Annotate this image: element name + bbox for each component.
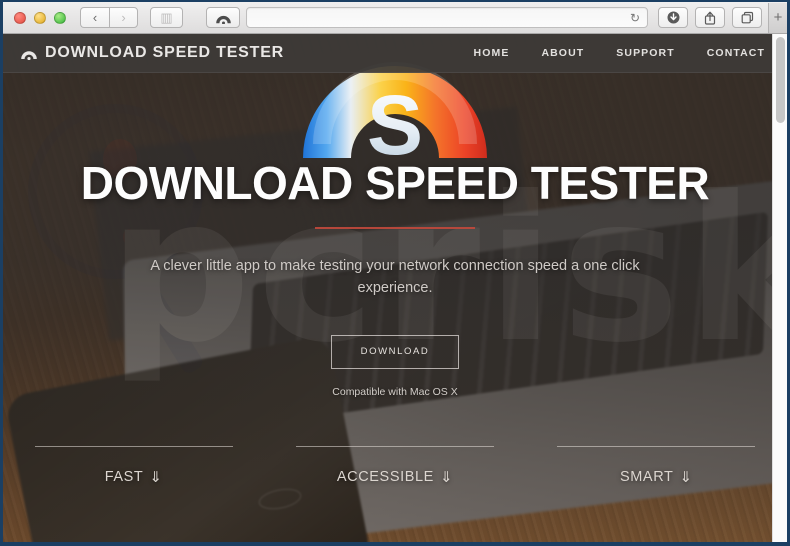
back-button[interactable]: ‹ — [80, 7, 109, 28]
feature-divider — [295, 446, 494, 447]
nav-item-about[interactable]: ABOUT — [541, 47, 584, 59]
page-viewport: pcrisk.com DOWNLOAD SPEED TESTER HOME AB… — [3, 34, 787, 542]
hero-subtitle: A clever little app to make testing your… — [150, 258, 640, 297]
favicon-button[interactable] — [206, 7, 240, 28]
gauge-icon — [21, 50, 37, 60]
downloads-button[interactable] — [658, 7, 688, 28]
logo-letter-s: S — [367, 78, 423, 166]
tabs-icon — [741, 11, 753, 24]
compatibility-note: Compatible with Mac OS X — [332, 385, 458, 398]
reload-icon[interactable]: ↻ — [630, 11, 640, 25]
window-controls — [14, 11, 66, 24]
site-header: DOWNLOAD SPEED TESTER HOME ABOUT SUPPORT… — [3, 34, 787, 73]
nav-item-home[interactable]: HOME — [474, 47, 510, 59]
scrollbar-thumb[interactable] — [776, 37, 785, 123]
site-logo[interactable]: DOWNLOAD SPEED TESTER — [20, 44, 284, 62]
down-arrow-icon: ⇓ — [679, 469, 693, 486]
zoom-window-button[interactable] — [54, 11, 66, 24]
address-bar-area: ↻ — [206, 7, 658, 28]
down-arrow-icon: ⇓ — [149, 469, 163, 486]
feature-strip: FAST ⇓ ACCESSIBLE ⇓ SMART ⇓ — [3, 446, 787, 486]
new-tab-button[interactable]: + — [768, 2, 787, 33]
feature-smart[interactable]: SMART ⇓ — [526, 446, 787, 486]
forward-button[interactable]: › — [109, 7, 138, 28]
sidebar-toggle-button[interactable]: ▥ — [150, 7, 183, 28]
show-tabs-button[interactable] — [732, 7, 762, 28]
feature-label-fast: FAST ⇓ — [105, 468, 163, 486]
feature-text: FAST — [104, 469, 144, 485]
toolbar-right-buttons — [658, 7, 762, 28]
title-divider — [315, 227, 475, 229]
feature-text: ACCESSIBLE — [336, 469, 434, 485]
share-button[interactable] — [695, 7, 725, 28]
feature-divider — [34, 446, 233, 447]
page-scrollbar[interactable] — [772, 34, 787, 542]
feature-label-smart: SMART ⇓ — [620, 468, 693, 486]
browser-toolbar: ‹ › ▥ ↻ + — [3, 2, 787, 34]
browser-window: ‹ › ▥ ↻ + DOWNLOAD SPEED TESTER HOME ABO… — [0, 0, 790, 546]
gauge-icon — [215, 15, 231, 24]
feature-label-accessible: ACCESSIBLE ⇓ — [337, 468, 453, 486]
close-window-button[interactable] — [14, 11, 26, 24]
nav-item-support[interactable]: SUPPORT — [616, 47, 674, 59]
feature-accessible[interactable]: ACCESSIBLE ⇓ — [264, 446, 525, 486]
download-icon — [667, 11, 679, 24]
site-nav: HOME ABOUT SUPPORT CONTACT — [474, 47, 765, 59]
address-bar[interactable]: ↻ — [246, 7, 648, 28]
minimize-window-button[interactable] — [34, 11, 46, 24]
download-button[interactable]: DOWNLOAD — [331, 334, 459, 369]
feature-divider — [557, 446, 756, 447]
navigation-buttons: ‹ › — [80, 7, 138, 28]
feature-text: SMART — [619, 469, 674, 485]
feature-fast[interactable]: FAST ⇓ — [3, 446, 264, 486]
nav-item-contact[interactable]: CONTACT — [707, 47, 765, 59]
site-logo-text: DOWNLOAD SPEED TESTER — [45, 44, 285, 61]
down-arrow-icon: ⇓ — [439, 469, 454, 486]
share-icon — [704, 11, 716, 25]
